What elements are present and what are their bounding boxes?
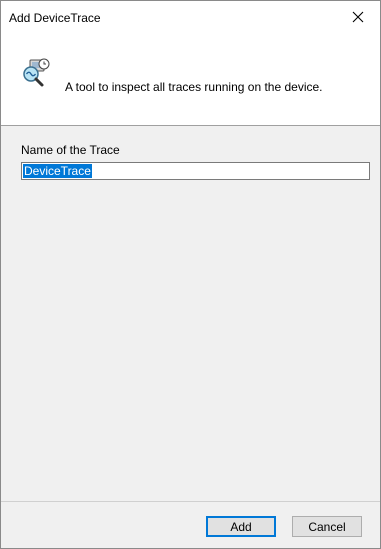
cancel-button[interactable]: Cancel [292,516,362,537]
dialog-header: A tool to inspect all traces running on … [1,33,380,125]
add-devicetrace-dialog: Add DeviceTrace A tool to inspect all tr… [0,0,381,549]
close-button[interactable] [336,1,380,33]
trace-name-label: Name of the Trace [21,143,120,157]
trace-name-input[interactable]: DeviceTrace [21,162,370,180]
tool-description: A tool to inspect all traces running on … [65,80,323,94]
title-bar[interactable]: Add DeviceTrace [1,1,380,33]
dialog-footer: Add Cancel [1,502,380,548]
content-panel: Name of the Trace DeviceTrace [1,126,380,501]
add-button[interactable]: Add [206,516,276,537]
close-icon [352,11,364,23]
device-trace-magnifier-icon [23,58,50,87]
window-title: Add DeviceTrace [9,11,101,25]
trace-name-value: DeviceTrace [23,164,92,178]
